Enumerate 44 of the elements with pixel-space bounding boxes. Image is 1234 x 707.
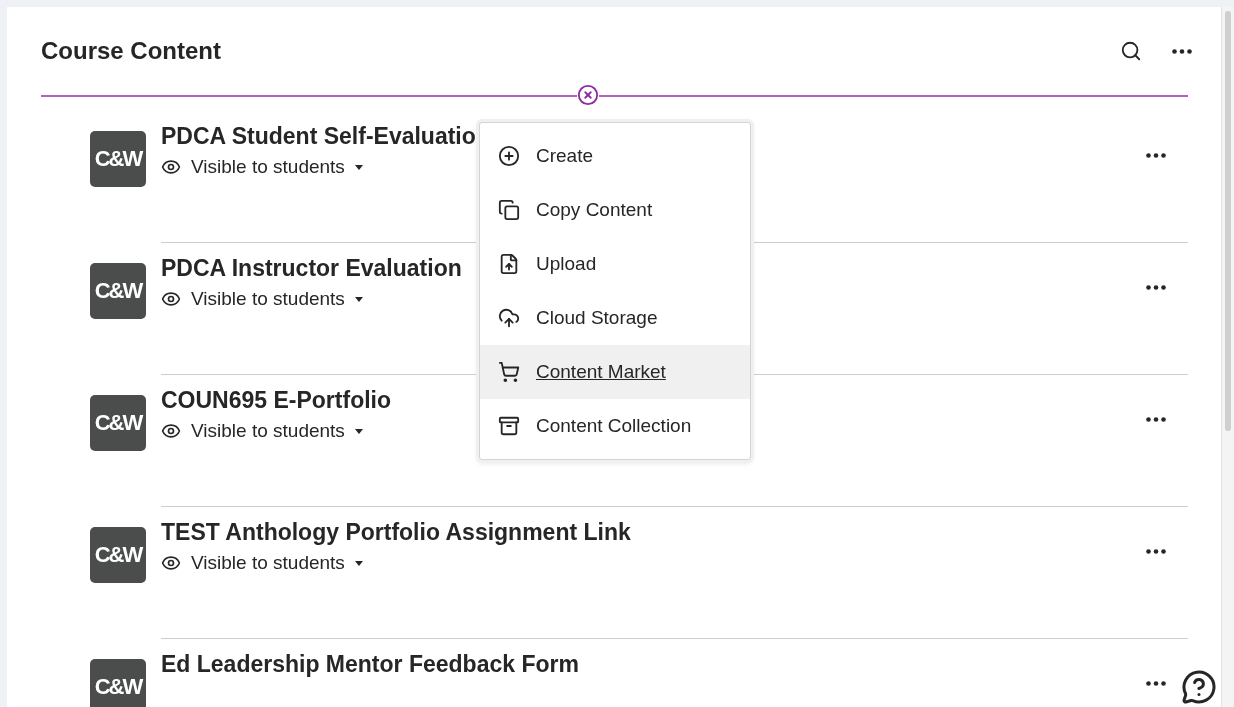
course-item-logo: C&W (90, 659, 146, 707)
eye-icon (161, 289, 181, 309)
help-button[interactable] (1181, 669, 1217, 705)
course-item-logo: C&W (90, 131, 146, 187)
page-title: Course Content (41, 37, 222, 65)
ellipsis-icon (1146, 549, 1166, 554)
eye-icon (161, 421, 181, 441)
item-title[interactable]: PDCA Student Self-Evaluatio (161, 123, 476, 150)
caret-icon (354, 164, 363, 170)
menu-item[interactable]: Content Collection (480, 399, 750, 453)
upload-icon (498, 253, 520, 275)
ellipsis-icon (1146, 153, 1166, 158)
menu-item[interactable]: Upload (480, 237, 750, 291)
eye-icon (161, 553, 181, 573)
close-button[interactable] (576, 84, 599, 106)
caret-icon (354, 428, 363, 434)
item-title[interactable]: TEST Anthology Portfolio Assignment Link (161, 519, 631, 546)
course-item-logo: C&W (90, 395, 146, 451)
ellipsis-icon (1146, 417, 1166, 422)
item-title[interactable]: COUN695 E-Portfolio (161, 387, 392, 414)
create-icon (498, 145, 520, 167)
course-item-logo: C&W (90, 527, 146, 583)
ellipsis-icon (1146, 285, 1166, 290)
search-icon (1120, 40, 1142, 62)
item-title[interactable]: PDCA Instructor Evaluation (161, 255, 462, 282)
ellipsis-icon (1146, 681, 1166, 686)
visibility-dropdown[interactable]: Visible to students (161, 552, 363, 574)
visibility-dropdown[interactable]: Visible to students (161, 288, 363, 310)
item-title[interactable]: Ed Leadership Mentor Feedback Form (161, 651, 579, 678)
caret-icon (354, 296, 363, 302)
menu-item[interactable]: Content Market (480, 345, 750, 399)
menu-item[interactable]: Cloud Storage (480, 291, 750, 345)
copy-icon (498, 199, 520, 221)
visibility-dropdown[interactable]: Visible to students (161, 420, 363, 442)
menu-item[interactable]: Create (480, 129, 750, 183)
visibility-dropdown[interactable]: Visible to students (161, 156, 363, 178)
ellipsis-icon (1172, 48, 1192, 54)
help-icon (1181, 669, 1217, 705)
close-icon (576, 84, 599, 106)
caret-icon (354, 560, 363, 566)
eye-icon (161, 157, 181, 177)
menu-item[interactable]: Copy Content (480, 183, 750, 237)
cloud-icon (498, 307, 520, 329)
course-item-logo: C&W (90, 263, 146, 319)
